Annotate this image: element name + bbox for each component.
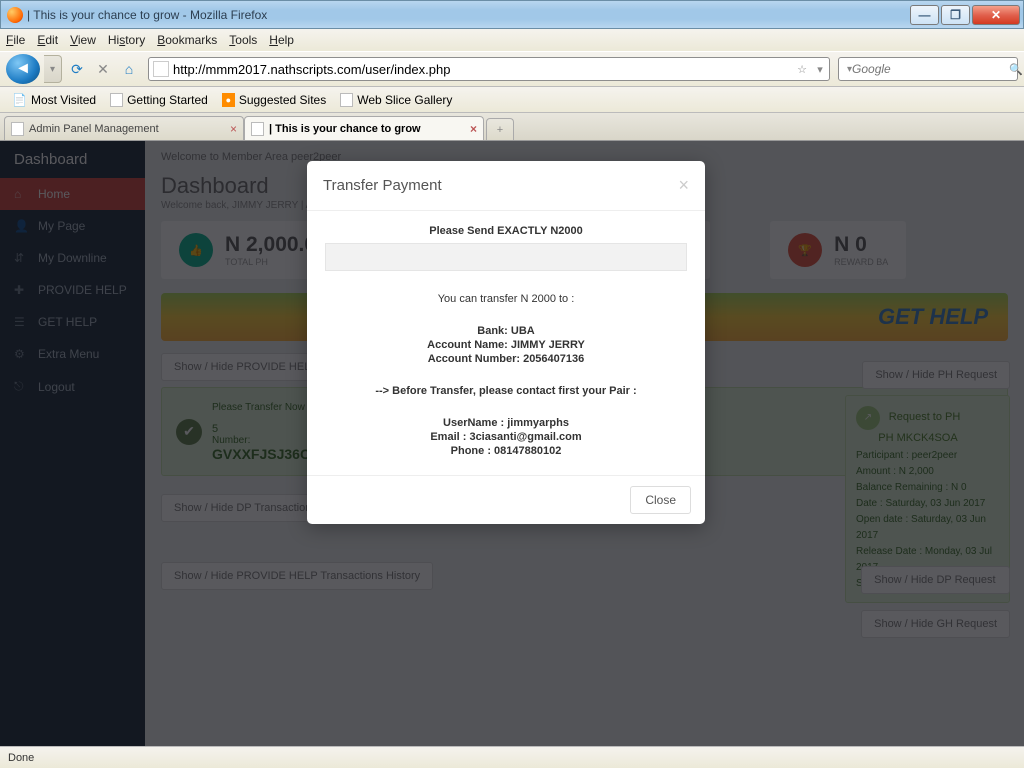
tab-icon (251, 122, 264, 136)
modal-title: Transfer Payment (323, 177, 442, 194)
account-name-text: Account Name: JIMMY JERRY (325, 339, 687, 351)
stop-button[interactable]: ✕ (92, 58, 114, 80)
content-area: Dashboard ⌂Home 👤My Page ⇵My Downline ✚P… (0, 141, 1024, 746)
modal-close-button[interactable]: Close (630, 486, 691, 514)
bookmark-label: Getting Started (127, 93, 208, 107)
search-icon[interactable]: 🔍 (1009, 63, 1023, 76)
bookmark-most-visited[interactable]: 📄Most Visited (6, 91, 102, 109)
menu-view[interactable]: View (70, 33, 96, 47)
menu-tools[interactable]: Tools (229, 33, 257, 47)
window-close-button[interactable]: ✕ (972, 5, 1020, 25)
modal-footer: Close (307, 475, 705, 524)
window-minimize-button[interactable]: — (910, 5, 939, 25)
transfer-to-text: You can transfer N 2000 to : (325, 293, 687, 305)
search-input[interactable] (852, 62, 1009, 76)
suggested-icon: ● (222, 93, 235, 107)
bookmarks-toolbar: 📄Most Visited Getting Started ● Suggested… (0, 87, 1024, 113)
status-text: Done (8, 752, 34, 764)
page-icon (153, 61, 169, 77)
tab-close-icon[interactable]: × (230, 122, 237, 136)
url-bar[interactable]: ☆ ▾ (148, 57, 830, 81)
modal-close-icon[interactable]: × (678, 175, 689, 196)
bookmark-getting-started[interactable]: Getting Started (104, 91, 214, 109)
tab-admin-panel[interactable]: Admin Panel Management × (4, 116, 244, 140)
tab-close-icon[interactable]: × (470, 122, 477, 136)
bookmark-suggested-sites[interactable]: ● Suggested Sites (216, 91, 332, 109)
bookmark-web-slice[interactable]: Web Slice Gallery (334, 91, 458, 109)
back-button[interactable]: ◄ (6, 54, 40, 84)
nav-toolbar: ◄ ▾ ⟳ ✕ ⌂ ☆ ▾ ▾ 🔍 (0, 51, 1024, 87)
menu-file[interactable]: File (6, 33, 25, 47)
tab-label: | This is your chance to grow (269, 123, 465, 135)
tabstrip: Admin Panel Management × | This is your … (0, 113, 1024, 141)
bookmark-label: Suggested Sites (239, 93, 326, 107)
home-button[interactable]: ⌂ (118, 58, 140, 80)
pair-email-text: Email : 3ciasanti@gmail.com (325, 431, 687, 443)
status-bar: Done (0, 746, 1024, 768)
url-input[interactable] (173, 62, 793, 77)
reload-button[interactable]: ⟳ (66, 58, 88, 80)
before-transfer-text: --> Before Transfer, please contact firs… (325, 385, 687, 397)
new-tab-button[interactable]: + (486, 118, 514, 140)
account-number-text: Account Number: 2056407136 (325, 353, 687, 365)
pair-username-text: UserName : jimmyarphs (325, 417, 687, 429)
pair-phone-text: Phone : 08147880102 (325, 445, 687, 457)
tab-label: Admin Panel Management (29, 123, 225, 135)
url-dropdown-icon[interactable]: ▾ (811, 63, 829, 76)
amount-bar (325, 243, 687, 271)
firefox-icon (7, 7, 23, 23)
forward-button[interactable]: ▾ (44, 55, 62, 83)
page-icon (340, 93, 353, 107)
bookmark-label: Web Slice Gallery (357, 93, 452, 107)
menu-bookmarks[interactable]: Bookmarks (157, 33, 217, 47)
menu-edit[interactable]: Edit (37, 33, 58, 47)
bookmark-star-icon[interactable]: ☆ (793, 63, 811, 76)
modal-header: Transfer Payment × (307, 161, 705, 211)
menu-help[interactable]: Help (269, 33, 294, 47)
exact-amount-text: Please Send EXACTLY N2000 (325, 225, 687, 237)
bookmark-label: Most Visited (31, 93, 96, 107)
tab-icon (11, 122, 24, 136)
window-titlebar: | This is your chance to grow - Mozilla … (0, 0, 1024, 29)
window-title: | This is your chance to grow - Mozilla … (27, 8, 267, 22)
window-maximize-button[interactable]: ❐ (941, 5, 970, 25)
modal-body: Please Send EXACTLY N2000 You can transf… (307, 211, 705, 475)
menu-history[interactable]: History (108, 33, 145, 47)
bank-text: Bank: UBA (325, 325, 687, 337)
transfer-payment-modal: Transfer Payment × Please Send EXACTLY N… (307, 161, 705, 524)
page-icon (110, 93, 123, 107)
menubar: File Edit View History Bookmarks Tools H… (0, 29, 1024, 51)
search-bar[interactable]: ▾ 🔍 (838, 57, 1018, 81)
tab-chance-to-grow[interactable]: | This is your chance to grow × (244, 116, 484, 140)
